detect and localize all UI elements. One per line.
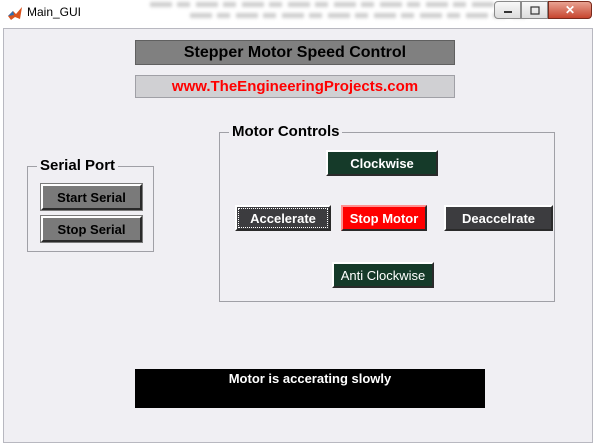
app-window: Main_GUI ✕ Stepper Motor Speed Control w…	[0, 0, 598, 448]
stop-serial-button[interactable]: Stop Serial	[40, 215, 143, 243]
window-title: Main_GUI	[27, 5, 82, 19]
anti-clockwise-button[interactable]: Anti Clockwise	[332, 262, 434, 288]
motor-controls-panel: Motor Controls Clockwise Accelerate Stop…	[219, 123, 555, 302]
maximize-icon	[529, 5, 540, 15]
close-button[interactable]: ✕	[548, 1, 592, 19]
website-label: www.TheEngineeringProjects.com	[135, 75, 455, 98]
page-title: Stepper Motor Speed Control	[135, 40, 455, 65]
figure-client-area: Stepper Motor Speed Control www.TheEngin…	[3, 28, 593, 443]
serial-port-title: Serial Port	[37, 157, 119, 175]
matlab-icon	[7, 5, 23, 21]
status-display: Motor is accerating slowly	[135, 369, 485, 408]
decelerate-button[interactable]: Deaccelrate	[444, 205, 553, 231]
status-message: Motor is accerating slowly	[228, 371, 392, 386]
stop-motor-button[interactable]: Stop Motor	[341, 205, 427, 231]
window-controls: ✕	[494, 1, 592, 19]
title-bar[interactable]: Main_GUI ✕	[0, 0, 598, 26]
serial-port-panel: Serial Port Start Serial Stop Serial	[27, 157, 154, 252]
minimize-button[interactable]	[494, 1, 521, 19]
accelerate-button[interactable]: Accelerate	[235, 205, 331, 231]
start-serial-button[interactable]: Start Serial	[40, 183, 143, 211]
motor-controls-title: Motor Controls	[229, 123, 343, 141]
maximize-button[interactable]	[521, 1, 548, 19]
minimize-icon	[503, 11, 512, 13]
close-icon: ✕	[564, 3, 576, 17]
clockwise-button[interactable]: Clockwise	[326, 150, 438, 176]
